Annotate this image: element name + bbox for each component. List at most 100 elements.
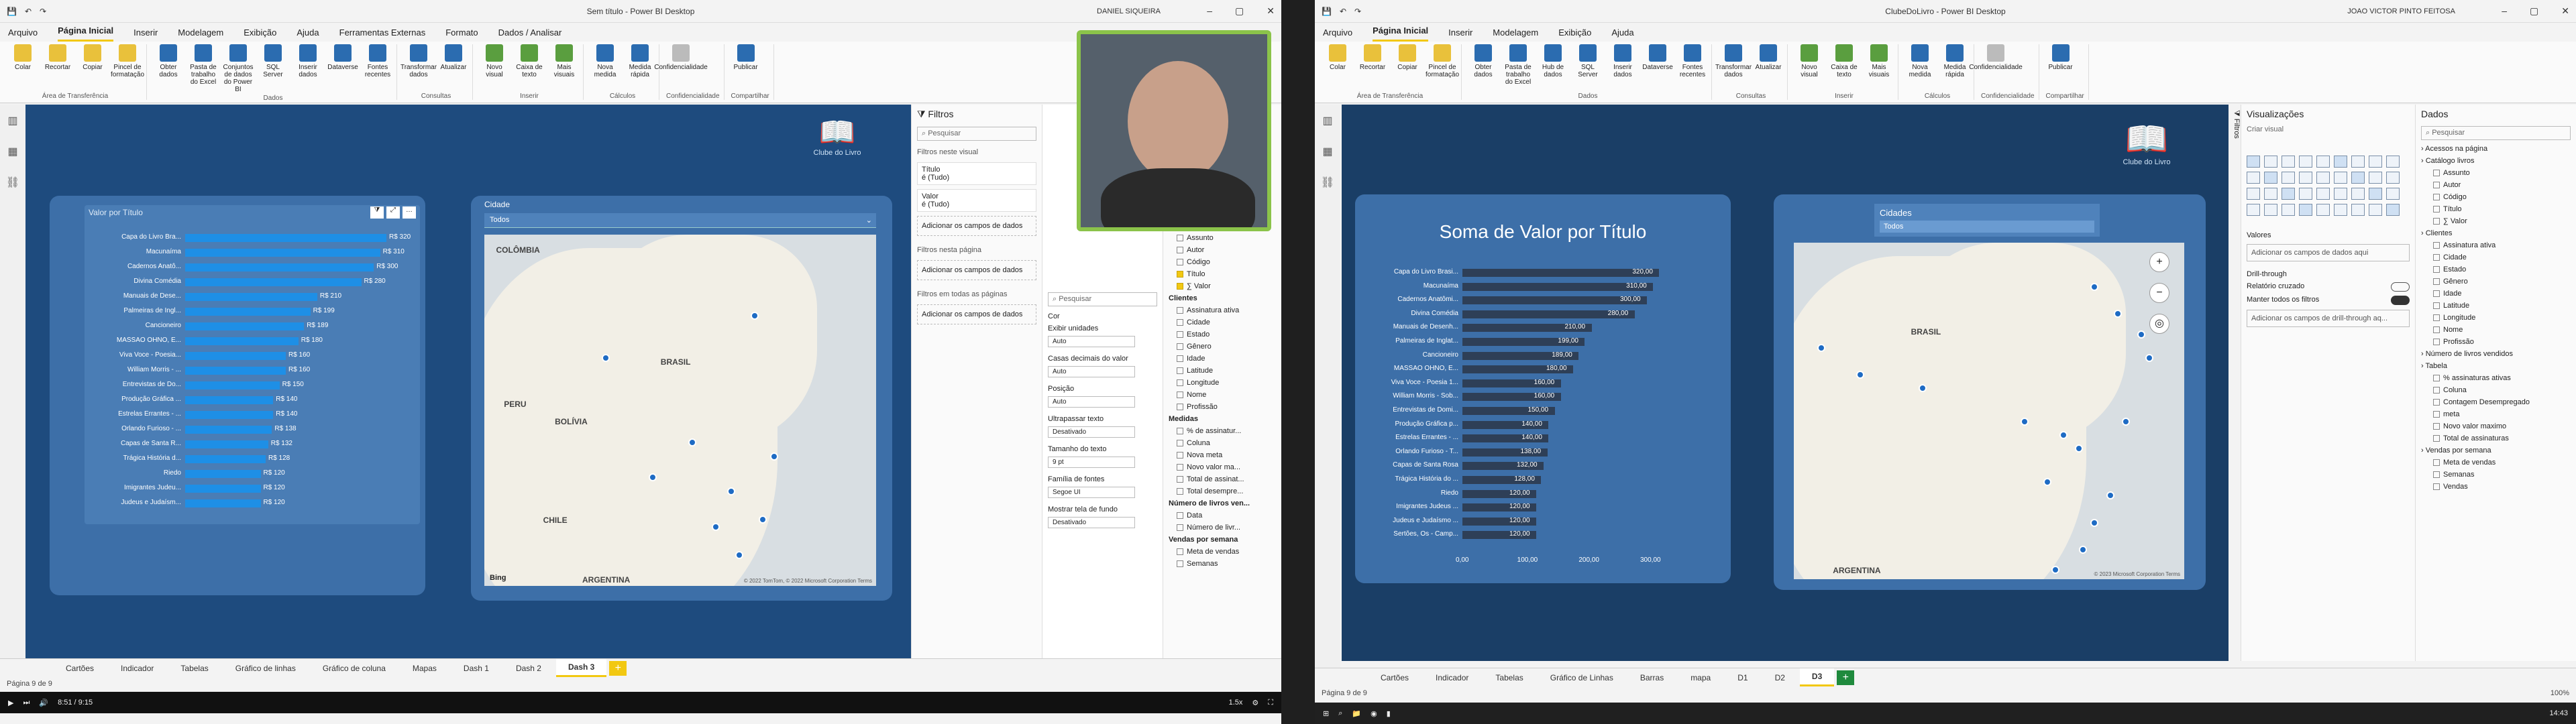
page-tab[interactable]: D3 (1799, 668, 1835, 686)
ribbon-button[interactable]: Dataverse (1642, 44, 1673, 91)
field-checkbox[interactable] (2433, 218, 2440, 225)
map-point[interactable] (2020, 418, 2029, 426)
table-view-icon[interactable]: ▦ (1322, 145, 1332, 158)
visual-type-icon[interactable] (2316, 204, 2330, 216)
menu-exibi-o[interactable]: Exibição (1558, 27, 1591, 42)
map-point[interactable] (2121, 418, 2130, 426)
ribbon-button[interactable]: Pincel de formatação (1426, 44, 1459, 91)
data-field-item[interactable]: meta (2416, 408, 2576, 420)
bar[interactable] (185, 263, 374, 272)
field-checkbox[interactable] (2433, 206, 2440, 213)
field-item[interactable]: Nova meta (1163, 449, 1281, 461)
field-checkbox[interactable] (1177, 319, 1183, 326)
filters-add-field-page[interactable]: Adicionar os campos de dados (917, 260, 1036, 280)
visual-type-icon[interactable] (2386, 172, 2400, 184)
ribbon-button[interactable]: Copiar (1393, 44, 1422, 91)
map-point[interactable] (688, 438, 696, 446)
map-point[interactable] (1817, 343, 1825, 352)
visual-type-icon[interactable] (2247, 172, 2260, 184)
field-checkbox[interactable] (2433, 266, 2440, 274)
field-checkbox[interactable] (1177, 367, 1183, 375)
menu-inserir[interactable]: Inserir (1448, 27, 1472, 42)
close-icon[interactable]: ✕ (2561, 5, 2569, 17)
report-view-icon[interactable]: ▥ (7, 114, 17, 127)
page-tab[interactable]: Indicador (109, 660, 166, 676)
maximize-icon[interactable]: ▢ (1235, 5, 1244, 17)
field-item[interactable]: Assinatura ativa (1163, 304, 1281, 316)
data-field-item[interactable]: Título (2416, 203, 2576, 215)
map-point[interactable] (2051, 565, 2060, 574)
page-tab[interactable]: Dash 2 (504, 660, 553, 676)
user-name[interactable]: DANIEL SIQUEIRA (1097, 7, 1161, 15)
field-item[interactable]: Gênero (1163, 341, 1281, 353)
menu-p-gina-inicial[interactable]: Página Inicial (1373, 25, 1429, 42)
field-checkbox[interactable] (2433, 399, 2440, 406)
ribbon-button[interactable]: Inserir dados (293, 44, 323, 93)
search-icon[interactable]: ⌕ (1338, 709, 1342, 718)
ribbon-button[interactable]: Publicar (731, 44, 761, 91)
visual-type-icon[interactable] (2264, 156, 2277, 168)
menu-ajuda[interactable]: Ajuda (297, 27, 319, 42)
field-checkbox[interactable] (1177, 548, 1183, 556)
field-checkbox[interactable] (2433, 471, 2440, 479)
page-tab[interactable]: Gráfico de Linhas (1538, 670, 1625, 686)
page-tab[interactable]: Gráfico de coluna (311, 660, 398, 676)
field-table-heading[interactable]: Medidas (1163, 413, 1281, 425)
bar[interactable] (185, 485, 261, 493)
data-table-heading[interactable]: › Vendas por semana (2416, 444, 2576, 457)
menu-ajuda[interactable]: Ajuda (1611, 27, 1633, 42)
data-field-item[interactable]: Latitude (2416, 300, 2576, 312)
bar[interactable] (185, 352, 286, 360)
menu-arquivo[interactable]: Arquivo (8, 27, 38, 42)
bar[interactable] (185, 293, 317, 301)
data-field-item[interactable]: Longitude (2416, 312, 2576, 324)
data-field-item[interactable]: Total de assinaturas (2416, 432, 2576, 444)
field-checkbox[interactable] (2433, 182, 2440, 189)
report-canvas[interactable]: 📖 Clube do Livro Valor por Título ⧩ ⤢ … … (25, 105, 911, 658)
field-checkbox[interactable] (1177, 440, 1183, 447)
field-checkbox[interactable] (2433, 411, 2440, 418)
page-tab[interactable]: Cartões (54, 660, 106, 676)
minimize-icon[interactable]: – (1207, 5, 1212, 17)
data-field-item[interactable]: Código (2416, 191, 2576, 203)
bar[interactable] (185, 367, 286, 375)
field-checkbox[interactable] (2433, 459, 2440, 467)
page-tab[interactable]: Mapas (400, 660, 449, 676)
visual-type-icon[interactable] (2369, 188, 2382, 200)
visual-type-icon[interactable] (2299, 188, 2312, 200)
visual-type-icon[interactable] (2334, 204, 2347, 216)
format-value-select[interactable]: Desativado (1048, 426, 1135, 438)
settings-gear-icon[interactable]: ⚙ (1252, 699, 1258, 707)
bar[interactable] (185, 234, 386, 242)
ribbon-button[interactable]: Nova medida (590, 44, 620, 91)
fullscreen-icon[interactable]: ⛶ (1268, 699, 1273, 707)
ribbon-button[interactable]: Obter dados (1468, 44, 1498, 91)
field-item[interactable]: Total de assinat... (1163, 473, 1281, 485)
page-tab[interactable]: Gráfico de linhas (223, 660, 308, 676)
data-search-input[interactable]: ⌕ Pesquisar (2421, 126, 2571, 140)
bar[interactable] (185, 396, 274, 404)
field-checkbox[interactable] (2433, 254, 2440, 261)
ribbon-button[interactable]: Dataverse (327, 44, 358, 93)
page-tab[interactable]: Tabelas (168, 660, 220, 676)
field-checkbox[interactable] (2433, 290, 2440, 298)
visual-type-icon[interactable] (2351, 188, 2365, 200)
visual-type-icon[interactable] (2351, 156, 2365, 168)
field-checkbox[interactable] (2433, 483, 2440, 491)
ribbon-button[interactable]: Mais visuais (1864, 44, 1894, 91)
map-point[interactable] (711, 522, 720, 531)
menu-dados-analisar[interactable]: Dados / Analisar (498, 27, 562, 42)
ribbon-button[interactable]: Colar (1323, 44, 1352, 91)
menu-formato[interactable]: Formato (445, 27, 478, 42)
field-table-heading[interactable]: Clientes (1163, 292, 1281, 304)
field-item[interactable]: Novo valor ma... (1163, 461, 1281, 473)
field-item[interactable]: Código (1163, 256, 1281, 268)
page-tab[interactable]: Indicador (1424, 670, 1481, 686)
zoom-in-button[interactable]: + (2149, 252, 2169, 272)
ribbon-button[interactable]: Publicar (2046, 44, 2076, 91)
data-field-item[interactable]: Meta de vendas (2416, 457, 2576, 469)
map-point[interactable] (1919, 383, 1927, 392)
slicer-value[interactable]: Todos (1880, 221, 2094, 233)
field-checkbox[interactable] (2433, 302, 2440, 310)
bar[interactable] (1462, 269, 1660, 277)
